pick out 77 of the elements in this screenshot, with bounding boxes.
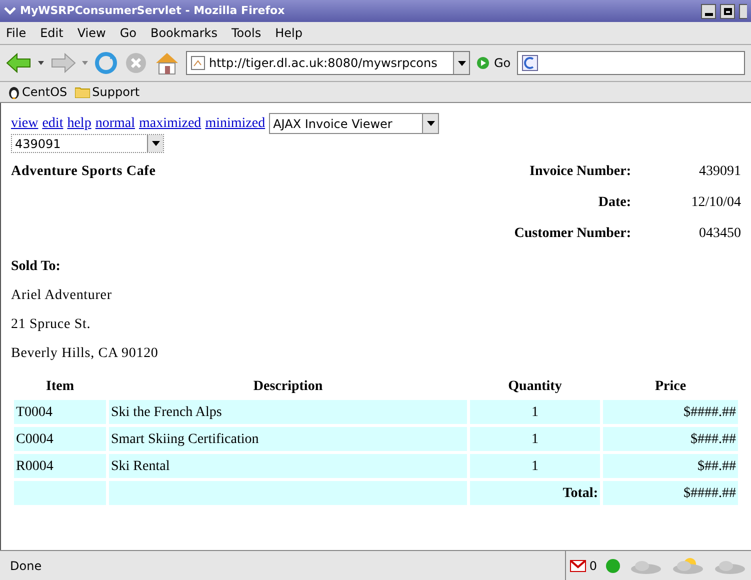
caret-icon — [152, 141, 160, 146]
total-label: Total: — [470, 481, 600, 505]
reload-icon[interactable] — [94, 51, 118, 75]
search-field[interactable] — [516, 51, 745, 75]
dropdown-button[interactable] — [147, 135, 163, 152]
caret-icon — [426, 121, 435, 126]
table-cell: Ski the French Alps — [109, 400, 467, 424]
window-title: MyWSRPConsumerServlet - Mozilla Firefox — [20, 2, 286, 19]
url-field[interactable]: http://tiger.dl.ac.uk:8080/mywsrpcons — [186, 51, 470, 75]
invoice-select[interactable]: 439091 — [11, 134, 164, 153]
menu-item[interactable]: File — [6, 24, 26, 42]
forward-arrow-icon[interactable] — [50, 53, 76, 73]
table-cell: $###.## — [603, 427, 738, 451]
field-label: Date: — [597, 194, 631, 212]
field-value: 043450 — [698, 225, 741, 243]
field-value: 12/10/04 — [690, 194, 741, 212]
minimize-button[interactable] — [701, 4, 716, 18]
caret-icon — [458, 60, 466, 66]
menu-item[interactable]: Go — [120, 24, 136, 42]
total-value: $####.## — [603, 481, 738, 505]
column-header: Item — [45, 378, 75, 396]
table-cell: 1 — [470, 400, 600, 424]
select-value: AJAX Invoice Viewer — [272, 116, 394, 132]
url-text: http://tiger.dl.ac.uk:8080/mywsrpcons — [209, 55, 438, 72]
folder-icon — [75, 86, 90, 98]
table-cell: T0004 — [14, 400, 106, 424]
menu-chevron-icon[interactable] — [4, 6, 16, 16]
bookmark-item[interactable]: Support — [75, 83, 140, 101]
address-line: 21 Spruce St. — [11, 316, 92, 334]
bookmark-item[interactable]: CentOS — [8, 83, 68, 101]
portlet-mode-link[interactable]: view — [11, 113, 38, 134]
portlet-mode-link[interactable]: help — [67, 113, 92, 134]
column-header: Description — [252, 378, 324, 396]
dropdown-button[interactable] — [422, 114, 438, 133]
table-cell: Ski Rental — [109, 454, 467, 478]
column-header: Price — [654, 378, 688, 396]
maximize-button[interactable] — [720, 4, 735, 18]
table-cell: 1 — [470, 427, 600, 451]
go-button[interactable]: Go — [476, 54, 511, 72]
address-line: Ariel Adventurer — [11, 287, 113, 305]
field-label: Invoice Number: — [528, 163, 631, 181]
dropdown-button[interactable] — [453, 52, 469, 74]
menu-item[interactable]: Tools — [232, 24, 262, 42]
portlet-mode-link[interactable]: edit — [42, 113, 64, 134]
portlet-mode-link[interactable]: normal — [95, 113, 135, 134]
company-name: Adventure Sports Cafe — [11, 163, 157, 181]
mail-icon — [570, 560, 586, 572]
page-icon — [191, 56, 205, 70]
table-cell: C0004 — [14, 427, 106, 451]
table-cell: $####.## — [603, 400, 738, 424]
table-cell: Smart Skiing Certification — [109, 427, 467, 451]
play-icon — [476, 56, 490, 70]
home-icon[interactable] — [154, 51, 180, 75]
address-line: Beverly Hills, CA 90120 — [11, 345, 160, 363]
portlet-select[interactable]: AJAX Invoice Viewer — [269, 113, 440, 134]
menu-item[interactable]: Bookmarks — [150, 24, 218, 42]
table-cell: $##.## — [603, 454, 738, 478]
table-cell: 1 — [470, 454, 600, 478]
menu-item[interactable]: Edit — [40, 24, 64, 42]
back-arrow-icon[interactable] — [6, 53, 32, 73]
close-button[interactable] — [739, 4, 747, 18]
caret-icon[interactable] — [38, 61, 44, 65]
status-dot-icon — [605, 558, 621, 574]
portlet-mode-link[interactable]: minimized — [205, 113, 266, 134]
menu-item[interactable]: Help — [275, 24, 302, 42]
sold-to-heading: Sold To: — [11, 258, 62, 276]
status-text: Done — [9, 558, 43, 574]
column-header: Quantity — [507, 378, 563, 396]
menu-item[interactable]: View — [77, 24, 106, 42]
field-label: Customer Number: — [514, 225, 631, 243]
mail-indicator[interactable]: 0 — [565, 551, 601, 580]
field-value: 439091 — [698, 163, 741, 181]
select-value: 439091 — [14, 136, 62, 152]
penguin-icon — [8, 85, 20, 99]
portlet-mode-link[interactable]: maximized — [138, 113, 202, 134]
search-engine-icon[interactable] — [522, 55, 538, 71]
table-cell: R0004 — [14, 454, 106, 478]
